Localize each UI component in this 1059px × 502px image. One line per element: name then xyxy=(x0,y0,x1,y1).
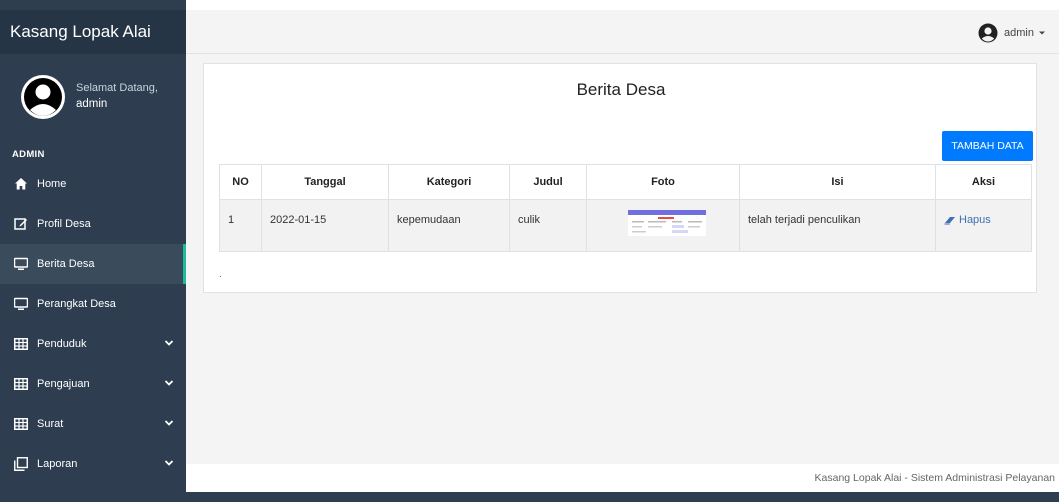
copy-icon xyxy=(14,457,28,471)
berita-card: Berita Desa TAMBAH DATA NO Tanggal Kateg… xyxy=(203,63,1037,293)
cell-judul: culik xyxy=(509,199,587,252)
user-dropdown-label: admin xyxy=(1004,27,1034,39)
sidebar-item-label: Perangkat Desa xyxy=(37,298,116,310)
username-text: admin xyxy=(76,98,108,110)
delete-link[interactable]: Hapus xyxy=(944,214,1031,226)
eraser-icon xyxy=(944,217,955,225)
add-data-button[interactable]: TAMBAH DATA xyxy=(942,131,1033,161)
sidebar-item-perangkat-desa[interactable]: Perangkat Desa xyxy=(0,284,186,324)
cell-isi: telah terjadi penculikan xyxy=(739,199,936,252)
user-dropdown[interactable]: admin xyxy=(978,23,1053,43)
section-header-admin: ADMIN xyxy=(12,149,45,160)
sidebar-item-label: Berita Desa xyxy=(37,258,95,270)
footer-text: Kasang Lopak Alai - Sistem Administrasi … xyxy=(814,472,1055,484)
cell-no: 1 xyxy=(219,199,262,252)
chevron-down-icon xyxy=(164,340,174,346)
cell-tanggal: 2022-01-15 xyxy=(261,199,389,252)
table-footer-text: . xyxy=(219,269,222,280)
top-header: admin xyxy=(186,10,1059,54)
chevron-down-icon xyxy=(164,380,174,386)
sidebar-item-label: Penduduk xyxy=(37,338,87,350)
monitor-icon xyxy=(14,297,28,310)
column-header: Foto xyxy=(586,164,740,200)
cell-kategori: kepemudaan xyxy=(388,199,510,252)
user-avatar-icon xyxy=(21,75,65,119)
cell-aksi: Hapus xyxy=(935,199,1032,252)
column-header: Aksi xyxy=(935,164,1032,200)
table-icon xyxy=(14,418,28,430)
page-footer: Kasang Lopak Alai - Sistem Administrasi … xyxy=(186,464,1059,492)
sidebar-item-label: Pengajuan xyxy=(37,378,90,390)
column-header: Tanggal xyxy=(261,164,389,200)
sidebar-item-pengajuan[interactable]: Pengajuan xyxy=(0,364,186,404)
table-row: 1 2022-01-15 kepemudaan culik telah terj… xyxy=(219,199,1032,252)
sidebar-item-penduduk[interactable]: Penduduk xyxy=(0,324,186,364)
column-header: NO xyxy=(219,164,262,200)
sidebar-item-home[interactable]: Home xyxy=(0,164,186,204)
table-icon xyxy=(14,338,28,350)
cell-foto xyxy=(586,199,740,252)
table-header-row: NO Tanggal Kategori Judul Foto Isi Aksi xyxy=(219,164,1032,200)
news-photo-thumbnail[interactable] xyxy=(628,210,706,236)
sidebar-item-surat[interactable]: Surat xyxy=(0,404,186,444)
edit-icon xyxy=(14,218,27,230)
user-panel: Selamat Datang, admin xyxy=(0,64,186,134)
sidebar: Kasang Lopak Alai Selamat Datang, admin … xyxy=(0,0,186,502)
column-header: Kategori xyxy=(388,164,510,200)
chevron-down-icon xyxy=(164,420,174,426)
table-icon xyxy=(14,378,28,390)
page-title: Berita Desa xyxy=(576,80,666,99)
sidebar-item-label: Surat xyxy=(37,418,64,430)
greeting-text: Selamat Datang, xyxy=(76,82,158,94)
brand-title[interactable]: Kasang Lopak Alai xyxy=(0,10,186,54)
sidebar-nav: Home Profil Desa Berita Desa Perangkat D… xyxy=(0,164,186,484)
main-content: Berita Desa TAMBAH DATA NO Tanggal Kateg… xyxy=(186,54,1059,464)
bottom-strip xyxy=(0,492,1059,502)
column-header: Judul xyxy=(509,164,587,200)
user-circle-icon xyxy=(978,23,998,43)
column-header: Isi xyxy=(739,164,936,200)
monitor-icon xyxy=(14,257,28,270)
sidebar-item-label: Profil Desa xyxy=(37,218,91,230)
caret-down-icon xyxy=(1039,31,1045,35)
sidebar-item-berita-desa[interactable]: Berita Desa xyxy=(0,244,186,284)
chevron-down-icon xyxy=(164,460,174,466)
sidebar-item-laporan[interactable]: Laporan xyxy=(0,444,186,484)
delete-link-label: Hapus xyxy=(959,214,991,226)
sidebar-item-profil-desa[interactable]: Profil Desa xyxy=(0,204,186,244)
sidebar-item-label: Home xyxy=(37,178,67,190)
user-info: Selamat Datang, admin xyxy=(76,80,158,112)
berita-table: NO Tanggal Kategori Judul Foto Isi Aksi … xyxy=(219,164,1032,252)
home-icon xyxy=(15,178,27,190)
sidebar-item-label: Laporan xyxy=(37,458,78,470)
